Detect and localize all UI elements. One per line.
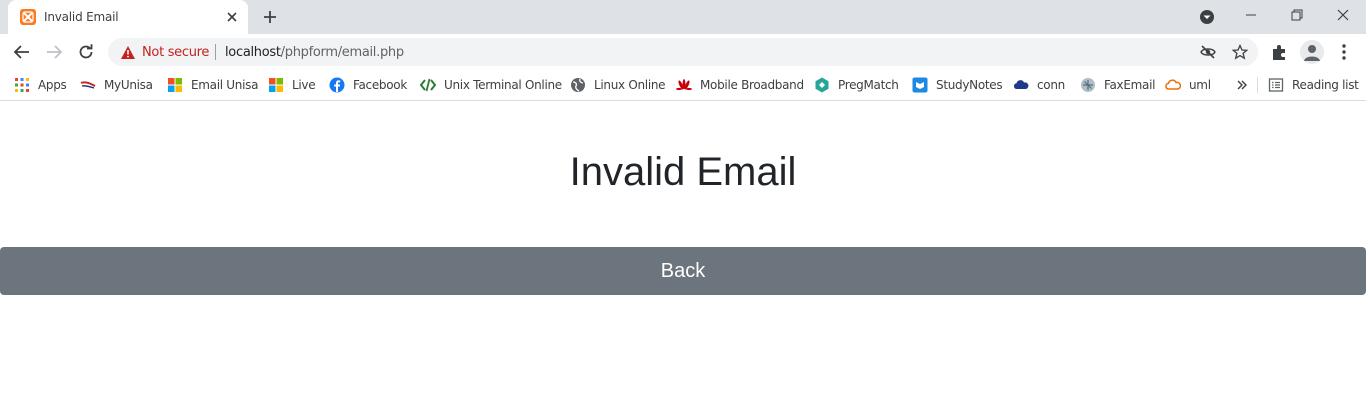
bookmark-linux-online[interactable]: Linux Online [570,76,666,94]
facebook-icon [329,77,345,93]
close-window-icon[interactable] [1320,0,1366,30]
back-arrow-icon[interactable] [12,42,32,62]
bookmark-label: conn [1037,78,1065,92]
bookmarks-divider [1257,77,1258,93]
reload-icon[interactable] [76,42,96,62]
restore-icon[interactable] [1274,0,1320,30]
more-bookmarks-chevron-icon[interactable] [1235,78,1249,92]
profile-avatar-icon[interactable] [1300,40,1324,64]
bookmark-uml[interactable]: uml [1165,76,1211,94]
bookmark-conn[interactable]: conn [1013,76,1065,94]
bookmark-label: MyUnisa [104,78,153,92]
eye-off-icon[interactable] [1200,44,1216,60]
active-tab[interactable]: Invalid Email [8,0,248,34]
bookmark-unix-terminal-online[interactable]: Unix Terminal Online [419,76,562,94]
extensions-puzzle-icon[interactable] [1270,42,1290,62]
back-button[interactable]: Back [0,247,1366,295]
bookmarks-bar: Apps MyUnisa Email Unisa Live Facebook U… [0,70,1366,101]
bookmark-label: Unix Terminal Online [444,78,562,92]
reading-list-icon [1268,77,1284,93]
bookmark-label: Apps [38,78,67,92]
bookmark-faxemail[interactable]: FaxEmail [1080,76,1155,94]
bookmark-label: Email Unisa [191,78,259,92]
tab-title: Invalid Email [44,10,119,24]
bookmark-label: Live [292,78,316,92]
code-icon [419,77,437,93]
reading-list-label: Reading list [1292,78,1359,92]
bookmark-apps[interactable]: Apps [14,76,67,94]
omnibox-divider [215,44,216,60]
bookmark-email-unisa[interactable]: Email Unisa [167,76,258,94]
xampp-favicon-icon [20,9,36,25]
bookmark-label: Linux Online [594,78,666,92]
globe-icon [570,77,586,93]
microsoft-icon [268,77,284,93]
bookmark-label: Facebook [353,78,407,92]
url-host: localhost [225,45,281,60]
bookmark-label: StudyNotes [936,78,1003,92]
bookmark-facebook[interactable]: Facebook [329,76,407,94]
tab-strip: Invalid Email [0,0,1366,34]
close-tab-icon[interactable] [224,9,240,25]
huawei-icon [676,77,692,93]
bookmark-label: uml [1189,78,1211,92]
bookmark-studynotes[interactable]: StudyNotes [912,76,1003,94]
minimize-icon[interactable] [1228,0,1274,30]
forward-arrow-icon[interactable] [44,42,64,62]
bookmark-mobile-broadband[interactable]: Mobile Broadband [676,76,804,94]
new-tab-icon[interactable] [260,7,280,27]
not-secure-label[interactable]: Not secure [142,45,209,60]
microsoft-icon [167,77,183,93]
bookmark-label: FaxEmail [1104,78,1156,92]
uml-cloud-icon [1165,77,1182,93]
bookmark-pregmatch[interactable]: PregMatch [814,76,899,94]
url-text[interactable]: localhost/phpform/email.php [225,45,404,60]
url-path: /phpform/email.php [280,45,404,60]
cloud-icon [1013,77,1029,93]
bookmark-label: PregMatch [838,78,899,92]
page-content: Invalid Email Back [0,102,1366,410]
browser-toolbar: Not secure localhost/phpform/email.php [0,34,1366,70]
star-icon[interactable] [1231,43,1249,60]
tab-search-icon[interactable] [1198,8,1216,26]
address-bar[interactable]: Not secure localhost/phpform/email.php [108,38,1258,66]
pregmatch-icon [814,77,830,93]
bookmark-live[interactable]: Live [268,76,316,94]
studynotes-icon [912,77,928,93]
faxemail-icon [1080,77,1096,93]
kebab-menu-icon[interactable] [1334,42,1354,62]
warning-icon[interactable] [120,45,136,65]
reading-list-button[interactable]: Reading list [1268,76,1359,94]
bookmark-myunisa[interactable]: MyUnisa [80,76,153,94]
apps-grid-icon [14,77,30,93]
page-title: Invalid Email [569,150,797,194]
myunisa-icon [80,77,96,93]
bookmark-label: Mobile Broadband [700,78,804,92]
